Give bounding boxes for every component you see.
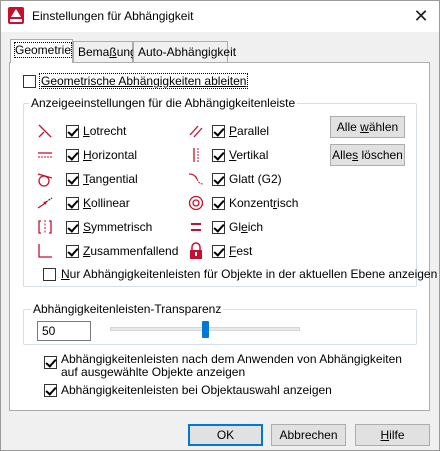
label-part: ollinear <box>91 196 130 210</box>
close-icon[interactable]: ✕ <box>409 4 433 28</box>
label-part: isch <box>277 196 299 210</box>
window-title: Einstellungen für Abhängigkeit <box>32 9 194 23</box>
concentric-icon <box>188 195 204 211</box>
autocad-logo-icon <box>8 7 24 24</box>
equal-label[interactable]: Gleich <box>229 220 263 234</box>
tab-geometrie[interactable]: Geometrie <box>10 39 73 63</box>
constraint-bar-settings-title: Anzeigeeinstellungen für die Abhängigkei… <box>29 96 298 110</box>
vertical-checkbox[interactable] <box>212 149 225 162</box>
ok-button[interactable]: OK <box>188 424 263 446</box>
tangent-checkbox[interactable] <box>66 173 79 186</box>
only-current-layer-label[interactable]: Nur Abhängigkeitenleisten für Objekte in… <box>61 267 437 281</box>
tab-panel-geometrie: Geometrische Abhängigkeiten ableiten Anz… <box>9 62 437 411</box>
symmetric-icon <box>38 220 52 234</box>
fix-checkbox[interactable] <box>212 245 225 258</box>
equal-checkbox[interactable] <box>212 221 225 234</box>
smooth-checkbox[interactable] <box>212 173 225 186</box>
btn-label-part: ählen <box>368 120 399 134</box>
tab-label: Auto-Abhängigkeit <box>138 45 237 59</box>
clear-all-button[interactable]: Alles löschen <box>330 144 405 166</box>
symmetric-checkbox[interactable] <box>66 221 79 234</box>
show-after-apply-label[interactable]: Abhängigkeitenleisten nach dem Anwenden … <box>61 353 402 379</box>
tab-label-part: ß <box>109 45 117 59</box>
btn-label-part: Alle <box>332 148 353 162</box>
label-part: K <box>83 196 92 210</box>
label-part: Konzent <box>229 196 274 210</box>
perpendicular-checkbox[interactable] <box>66 125 79 138</box>
select-all-button[interactable]: Alle wählen <box>330 116 405 138</box>
perpendicular-icon <box>38 124 52 138</box>
vertical-label[interactable]: Vertikal <box>229 148 268 162</box>
coincident-checkbox[interactable] <box>66 245 79 258</box>
symmetric-label[interactable]: Symmetrisch <box>83 220 152 234</box>
horizontal-label[interactable]: Horizontal <box>83 148 137 162</box>
vertical-icon <box>193 148 199 162</box>
btn-label-part: H <box>380 428 390 442</box>
fix-icon <box>190 242 202 259</box>
show-after-apply-checkbox[interactable] <box>44 356 57 369</box>
parallel-icon <box>189 125 203 138</box>
btn-label-part: w <box>360 120 369 134</box>
btn-label-part: löschen <box>358 148 403 162</box>
tab-label-part: Bema <box>78 45 110 59</box>
fix-label[interactable]: Fest <box>229 244 252 258</box>
label-part: N <box>61 267 70 281</box>
help-button[interactable]: Hilfe <box>355 424 430 446</box>
label-part: P <box>229 124 238 138</box>
cancel-button[interactable]: Abbrechen <box>271 424 346 446</box>
label-part: orizontal <box>91 148 138 162</box>
infer-constraints-checkbox[interactable] <box>23 75 36 88</box>
label-part: L <box>83 124 90 138</box>
show-on-select-checkbox[interactable] <box>44 384 57 397</box>
parallel-label[interactable]: Parallel <box>229 124 269 138</box>
transparency-input[interactable]: 50 <box>37 321 91 341</box>
infer-label-text: Geometrische Abhängigkeiten ableiten <box>41 74 247 88</box>
label-part: ur Abhängigkeitenleisten für Objekte in … <box>69 267 438 281</box>
label-part: e <box>241 220 248 234</box>
equal-icon <box>191 223 201 231</box>
tab-geometrie-label: Geometrie <box>13 42 73 58</box>
tab-bemassung[interactable]: Bemaßung <box>73 41 137 62</box>
label-part: ymmetrisch <box>91 220 153 234</box>
horizontal-checkbox[interactable] <box>66 149 79 162</box>
transparency-title: Abhängigkeitenleisten-Transparenz <box>31 302 224 316</box>
parallel-checkbox[interactable] <box>212 125 225 138</box>
title-bar: Einstellungen für Abhängigkeit ✕ <box>1 1 439 32</box>
only-current-layer-checkbox[interactable] <box>43 268 56 281</box>
label-part: est <box>236 244 253 258</box>
smooth-label[interactable]: Glatt (G2) <box>229 172 282 186</box>
label-part: otrecht <box>89 124 127 138</box>
label-part: angential <box>89 172 138 186</box>
collinear-label[interactable]: Kollinear <box>83 196 130 210</box>
label-part: ich <box>247 220 264 234</box>
tangent-label[interactable]: Tangential <box>83 172 138 186</box>
label-part: Glatt (G2) <box>229 172 282 186</box>
tab-auto-abhaengigkeit[interactable]: Auto-Abhängigkeit <box>133 41 236 62</box>
concentric-label[interactable]: Konzentrisch <box>229 196 298 210</box>
label-part: H <box>83 148 92 162</box>
tangent-icon <box>37 173 53 187</box>
label-part: S <box>83 220 92 234</box>
label-part: Gl <box>229 220 241 234</box>
coincident-icon <box>38 244 52 258</box>
horizontal-icon <box>38 152 52 158</box>
collinear-checkbox[interactable] <box>66 197 79 210</box>
coincident-label[interactable]: Zusammenfallend <box>83 244 178 258</box>
label-part: arallel <box>237 124 270 138</box>
show-after-apply-line2: auf ausgewählte Objekte anzeigen <box>61 365 246 379</box>
concentric-checkbox[interactable] <box>212 197 225 210</box>
infer-constraints-label[interactable]: Geometrische Abhängigkeiten ableiten <box>38 73 249 89</box>
label-part: ertikal <box>236 148 269 162</box>
label-part: usammenfallend <box>90 244 179 258</box>
transparency-slider-thumb[interactable] <box>201 321 209 338</box>
constraint-settings-dialog: Einstellungen für Abhängigkeit ✕ Geometr… <box>0 0 440 451</box>
perpendicular-label[interactable]: Lotrecht <box>83 124 126 138</box>
btn-label-part: ilfe <box>389 428 405 442</box>
collinear-icon <box>37 197 53 209</box>
smooth-icon <box>188 173 204 185</box>
show-on-select-label[interactable]: Abhängigkeitenleisten bei Objektauswahl … <box>61 383 332 397</box>
btn-label-part: Alle <box>336 120 361 134</box>
